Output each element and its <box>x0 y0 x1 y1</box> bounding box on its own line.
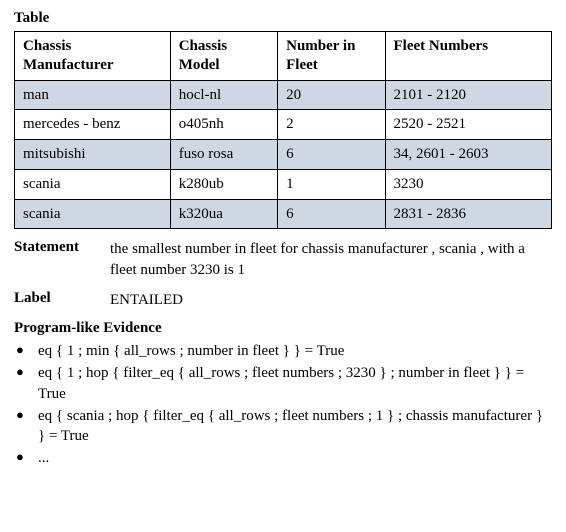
evidence-item: eq { 1 ; min { all_rows ; number in flee… <box>14 341 552 361</box>
table-row: scaniak320ua62831 - 2836 <box>15 199 552 229</box>
table-row: scaniak280ub13230 <box>15 169 552 199</box>
table-cell: 34, 2601 - 2603 <box>385 140 552 170</box>
evidence-item: eq { scania ; hop { filter_eq { all_rows… <box>14 406 552 447</box>
table-cell: 3230 <box>385 169 552 199</box>
table-cell: o405nh <box>170 110 277 140</box>
table-cell: 6 <box>278 199 385 229</box>
table-cell: scania <box>15 199 171 229</box>
table-body: manhocl-nl202101 - 2120mercedes - benzo4… <box>15 80 552 229</box>
chassis-table: Chassis Manufacturer Chassis Model Numbe… <box>14 31 552 229</box>
statement-row: Statement the smallest number in fleet f… <box>14 239 552 280</box>
table-row: mercedes - benzo405nh22520 - 2521 <box>15 110 552 140</box>
evidence-item: eq { 1 ; hop { filter_eq { all_rows ; fl… <box>14 363 552 404</box>
table-cell: mercedes - benz <box>15 110 171 140</box>
table-cell: fuso rosa <box>170 140 277 170</box>
statement-key: Statement <box>14 239 110 256</box>
table-cell: 2101 - 2120 <box>385 80 552 110</box>
table-header: Chassis Model <box>170 32 277 81</box>
label-key: Label <box>14 290 110 307</box>
table-header: Number in Fleet <box>278 32 385 81</box>
table-header-row: Chassis Manufacturer Chassis Model Numbe… <box>15 32 552 81</box>
table-cell: scania <box>15 169 171 199</box>
evidence-item: ... <box>14 448 552 468</box>
table-cell: 2520 - 2521 <box>385 110 552 140</box>
table-cell: 20 <box>278 80 385 110</box>
table-cell: k280ub <box>170 169 277 199</box>
evidence-heading: Program-like Evidence <box>14 320 552 337</box>
table-header: Chassis Manufacturer <box>15 32 171 81</box>
statement-text: the smallest number in fleet for chassis… <box>110 239 552 280</box>
table-cell: 2831 - 2836 <box>385 199 552 229</box>
table-heading: Table <box>14 10 552 27</box>
table-header: Fleet Numbers <box>385 32 552 81</box>
table-cell: 2 <box>278 110 385 140</box>
table-cell: man <box>15 80 171 110</box>
label-row: Label ENTAILED <box>14 290 552 310</box>
table-cell: mitsubishi <box>15 140 171 170</box>
table-row: mitsubishifuso rosa634, 2601 - 2603 <box>15 140 552 170</box>
table-cell: 6 <box>278 140 385 170</box>
label-text: ENTAILED <box>110 290 552 310</box>
table-row: manhocl-nl202101 - 2120 <box>15 80 552 110</box>
evidence-list: eq { 1 ; min { all_rows ; number in flee… <box>14 341 552 469</box>
table-cell: hocl-nl <box>170 80 277 110</box>
table-cell: k320ua <box>170 199 277 229</box>
table-cell: 1 <box>278 169 385 199</box>
